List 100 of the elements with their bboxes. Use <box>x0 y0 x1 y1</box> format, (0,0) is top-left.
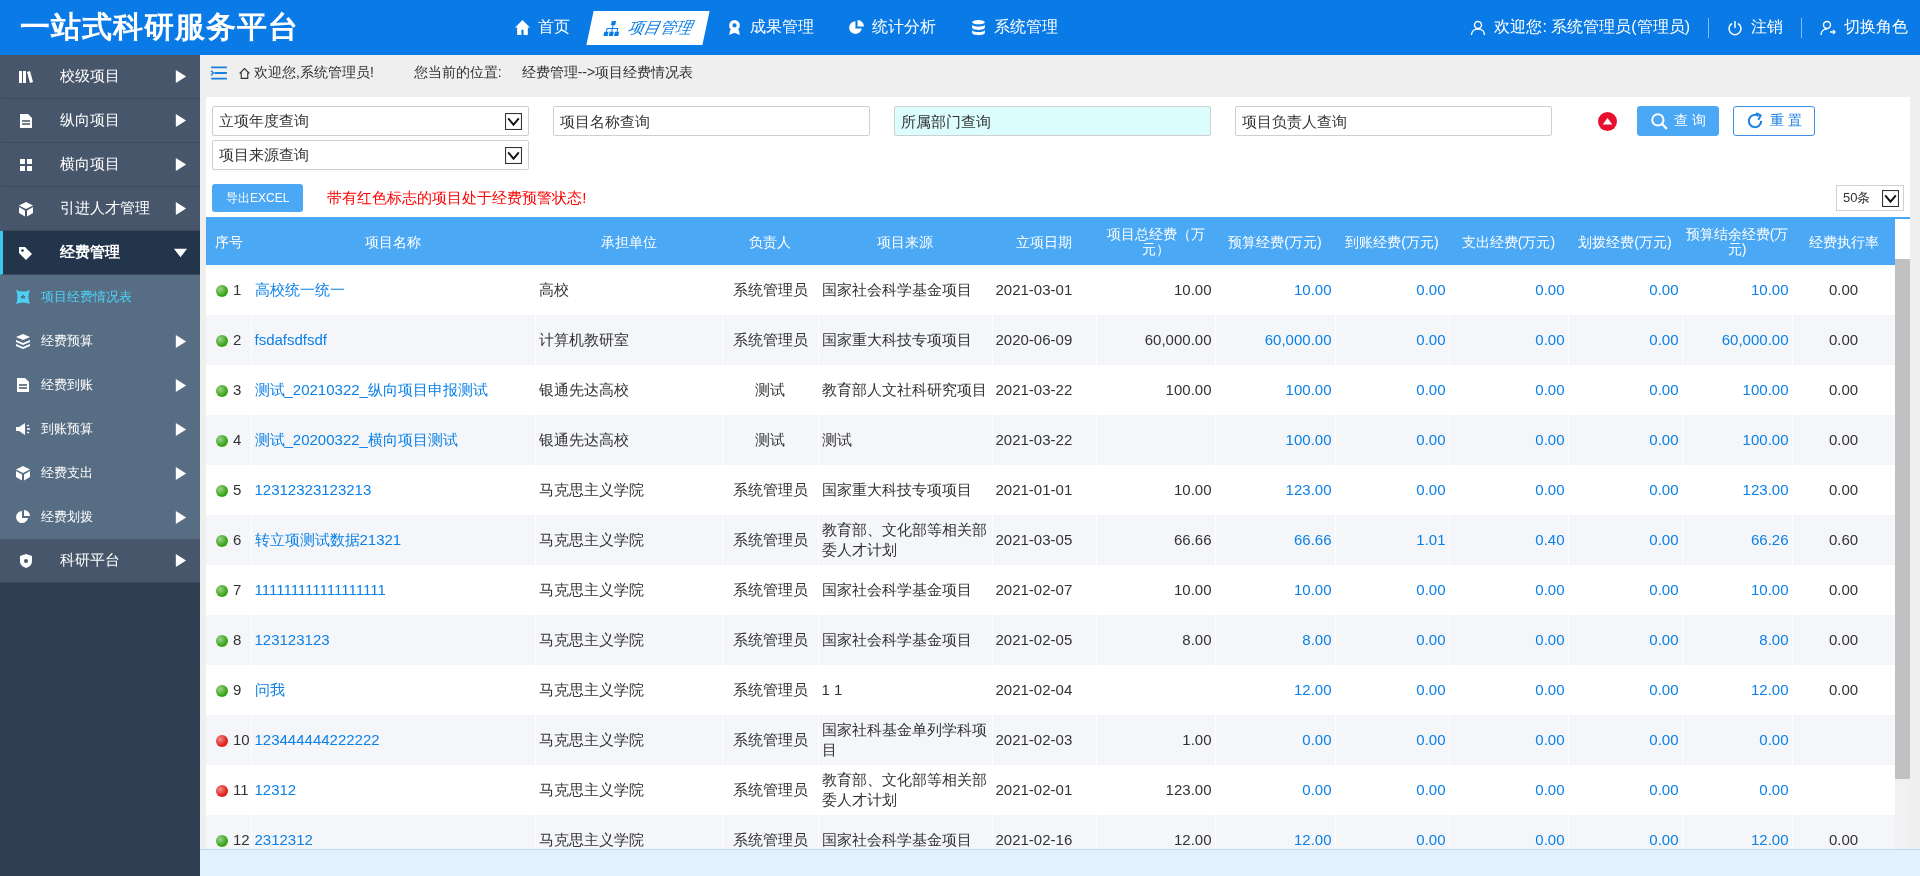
page-size-select[interactable]: 50条 <box>1836 185 1904 211</box>
amount-link[interactable]: 0.00 <box>1649 581 1679 598</box>
project-name-link[interactable]: 12312 <box>254 781 297 798</box>
amount-link[interactable]: 0.00 <box>1302 731 1332 748</box>
project-name-link[interactable]: 转立项测试数据21321 <box>254 531 402 548</box>
amount-link[interactable]: 0.00 <box>1649 381 1679 398</box>
input-field[interactable]: 项目负责人查询 <box>1235 106 1552 136</box>
amount-link[interactable]: 100.00 <box>1285 381 1332 398</box>
sidebar-item[interactable]: 引进人才管理 <box>0 187 200 231</box>
amount-link[interactable]: 0.00 <box>1416 631 1446 648</box>
reset-button[interactable]: 重 置 <box>1732 106 1815 136</box>
logout-link[interactable]: 注销 <box>1727 17 1783 38</box>
amount-link[interactable]: 0.00 <box>1535 431 1565 448</box>
sidebar-subitem[interactable]: 到账预算 <box>0 407 200 451</box>
amount-link[interactable]: 0.40 <box>1535 531 1565 548</box>
project-name-link[interactable]: fsdafsdfsdf <box>254 331 328 348</box>
amount-link[interactable]: 8.00 <box>1302 631 1332 648</box>
amount-link[interactable]: 10.00 <box>1750 281 1789 298</box>
amount-link[interactable]: 0.00 <box>1535 781 1565 798</box>
amount-link[interactable]: 10.00 <box>1293 281 1332 298</box>
sidebar-subitem[interactable]: 经费预算 <box>0 319 200 363</box>
amount-link[interactable]: 0.00 <box>1416 381 1446 398</box>
amount-link[interactable]: 0.00 <box>1649 781 1679 798</box>
amount-link[interactable]: 12.00 <box>1293 831 1332 848</box>
sidebar-subitem[interactable]: 经费到账 <box>0 363 200 407</box>
amount-link[interactable]: 60,000.00 <box>1264 331 1332 348</box>
amount-link[interactable]: 0.00 <box>1649 431 1679 448</box>
sidebar-subitem[interactable]: 经费划拨 <box>0 495 200 539</box>
amount-link[interactable]: 123.00 <box>1285 481 1332 498</box>
sidebar-item[interactable]: 经费管理 <box>0 231 200 275</box>
amount-link[interactable]: 10.00 <box>1750 581 1789 598</box>
amount-link[interactable]: 0.00 <box>1535 331 1565 348</box>
scrollbar[interactable] <box>1895 259 1910 849</box>
amount-link[interactable]: 10.00 <box>1293 581 1332 598</box>
amount-link[interactable]: 0.00 <box>1759 731 1789 748</box>
amount-link[interactable]: 0.00 <box>1416 831 1446 848</box>
nav-tab[interactable]: 首页 <box>500 10 584 45</box>
sidebar-item[interactable]: 纵向项目 <box>0 99 200 143</box>
project-name-link[interactable]: 测试_20210322_纵向项目申报测试 <box>254 381 488 398</box>
amount-link[interactable]: 0.00 <box>1649 531 1679 548</box>
input-field[interactable]: 项目名称查询 <box>553 106 870 136</box>
amount-link[interactable]: 100.00 <box>1285 431 1332 448</box>
amount-link[interactable]: 0.00 <box>1535 681 1565 698</box>
sidebar-subitem[interactable]: 经费支出 <box>0 451 200 495</box>
amount-link[interactable]: 8.00 <box>1759 631 1789 648</box>
amount-link[interactable]: 0.00 <box>1416 481 1446 498</box>
amount-link[interactable]: 0.00 <box>1759 781 1789 798</box>
amount-link[interactable]: 66.26 <box>1750 531 1789 548</box>
nav-tab[interactable]: 统计分析 <box>834 10 950 45</box>
sidebar-subitem[interactable]: 项目经费情况表 <box>0 275 200 319</box>
amount-link[interactable]: 0.00 <box>1535 631 1565 648</box>
amount-link[interactable]: 66.66 <box>1293 531 1332 548</box>
menu-icon[interactable] <box>210 64 228 82</box>
amount-link[interactable]: 0.00 <box>1302 781 1332 798</box>
amount-link[interactable]: 1.01 <box>1416 531 1446 548</box>
amount-link[interactable]: 0.00 <box>1416 681 1446 698</box>
amount-link[interactable]: 100.00 <box>1742 381 1789 398</box>
select-field[interactable]: 立项年度查询 <box>212 106 529 136</box>
amount-link[interactable]: 0.00 <box>1649 481 1679 498</box>
search-button[interactable]: 查 询 <box>1637 106 1719 136</box>
amount-link[interactable]: 0.00 <box>1416 331 1446 348</box>
amount-link[interactable]: 0.00 <box>1649 331 1679 348</box>
amount-link[interactable]: 0.00 <box>1649 831 1679 848</box>
amount-link[interactable]: 12.00 <box>1293 681 1332 698</box>
amount-link[interactable]: 0.00 <box>1649 731 1679 748</box>
nav-tab[interactable]: 系统管理 <box>956 10 1072 45</box>
amount-link[interactable]: 0.00 <box>1416 281 1446 298</box>
project-name-link[interactable]: 123123123 <box>254 631 330 648</box>
amount-link[interactable]: 0.00 <box>1416 431 1446 448</box>
switch-role-link[interactable]: 切换角色 <box>1820 17 1908 38</box>
amount-link[interactable]: 100.00 <box>1742 431 1789 448</box>
amount-link[interactable]: 0.00 <box>1535 731 1565 748</box>
amount-link[interactable]: 12.00 <box>1750 831 1789 848</box>
input-field[interactable]: 所属部门查询 <box>894 106 1211 136</box>
sidebar-item[interactable]: 校级项目 <box>0 55 200 99</box>
amount-link[interactable]: 0.00 <box>1416 581 1446 598</box>
amount-link[interactable]: 0.00 <box>1535 381 1565 398</box>
project-name-link[interactable]: 2312312 <box>254 831 313 848</box>
amount-link[interactable]: 0.00 <box>1535 581 1565 598</box>
sidebar-item[interactable]: 科研平台 <box>0 539 200 583</box>
project-name-link[interactable]: 12312323123213 <box>254 481 372 498</box>
amount-link[interactable]: 0.00 <box>1416 781 1446 798</box>
nav-tab[interactable]: 成果管理 <box>712 10 828 45</box>
amount-link[interactable]: 0.00 <box>1649 681 1679 698</box>
amount-link[interactable]: 0.00 <box>1535 281 1565 298</box>
amount-link[interactable]: 0.00 <box>1416 731 1446 748</box>
amount-link[interactable]: 0.00 <box>1649 631 1679 648</box>
amount-link[interactable]: 0.00 <box>1649 281 1679 298</box>
collapse-icon[interactable] <box>1598 111 1617 131</box>
amount-link[interactable]: 0.00 <box>1535 481 1565 498</box>
amount-link[interactable]: 0.00 <box>1535 831 1565 848</box>
nav-tab[interactable]: 项目管理 <box>586 10 710 45</box>
select-field[interactable]: 项目来源查询 <box>212 140 529 170</box>
project-name-link[interactable]: 问我 <box>254 681 285 698</box>
amount-link[interactable]: 123.00 <box>1742 481 1789 498</box>
project-name-link[interactable]: 123444444222222 <box>254 731 380 748</box>
project-name-link[interactable]: 111111111111111111 <box>254 581 386 598</box>
amount-link[interactable]: 12.00 <box>1750 681 1789 698</box>
project-name-link[interactable]: 高校统一统一 <box>254 281 345 298</box>
export-button[interactable]: 导出EXCEL <box>212 184 304 212</box>
